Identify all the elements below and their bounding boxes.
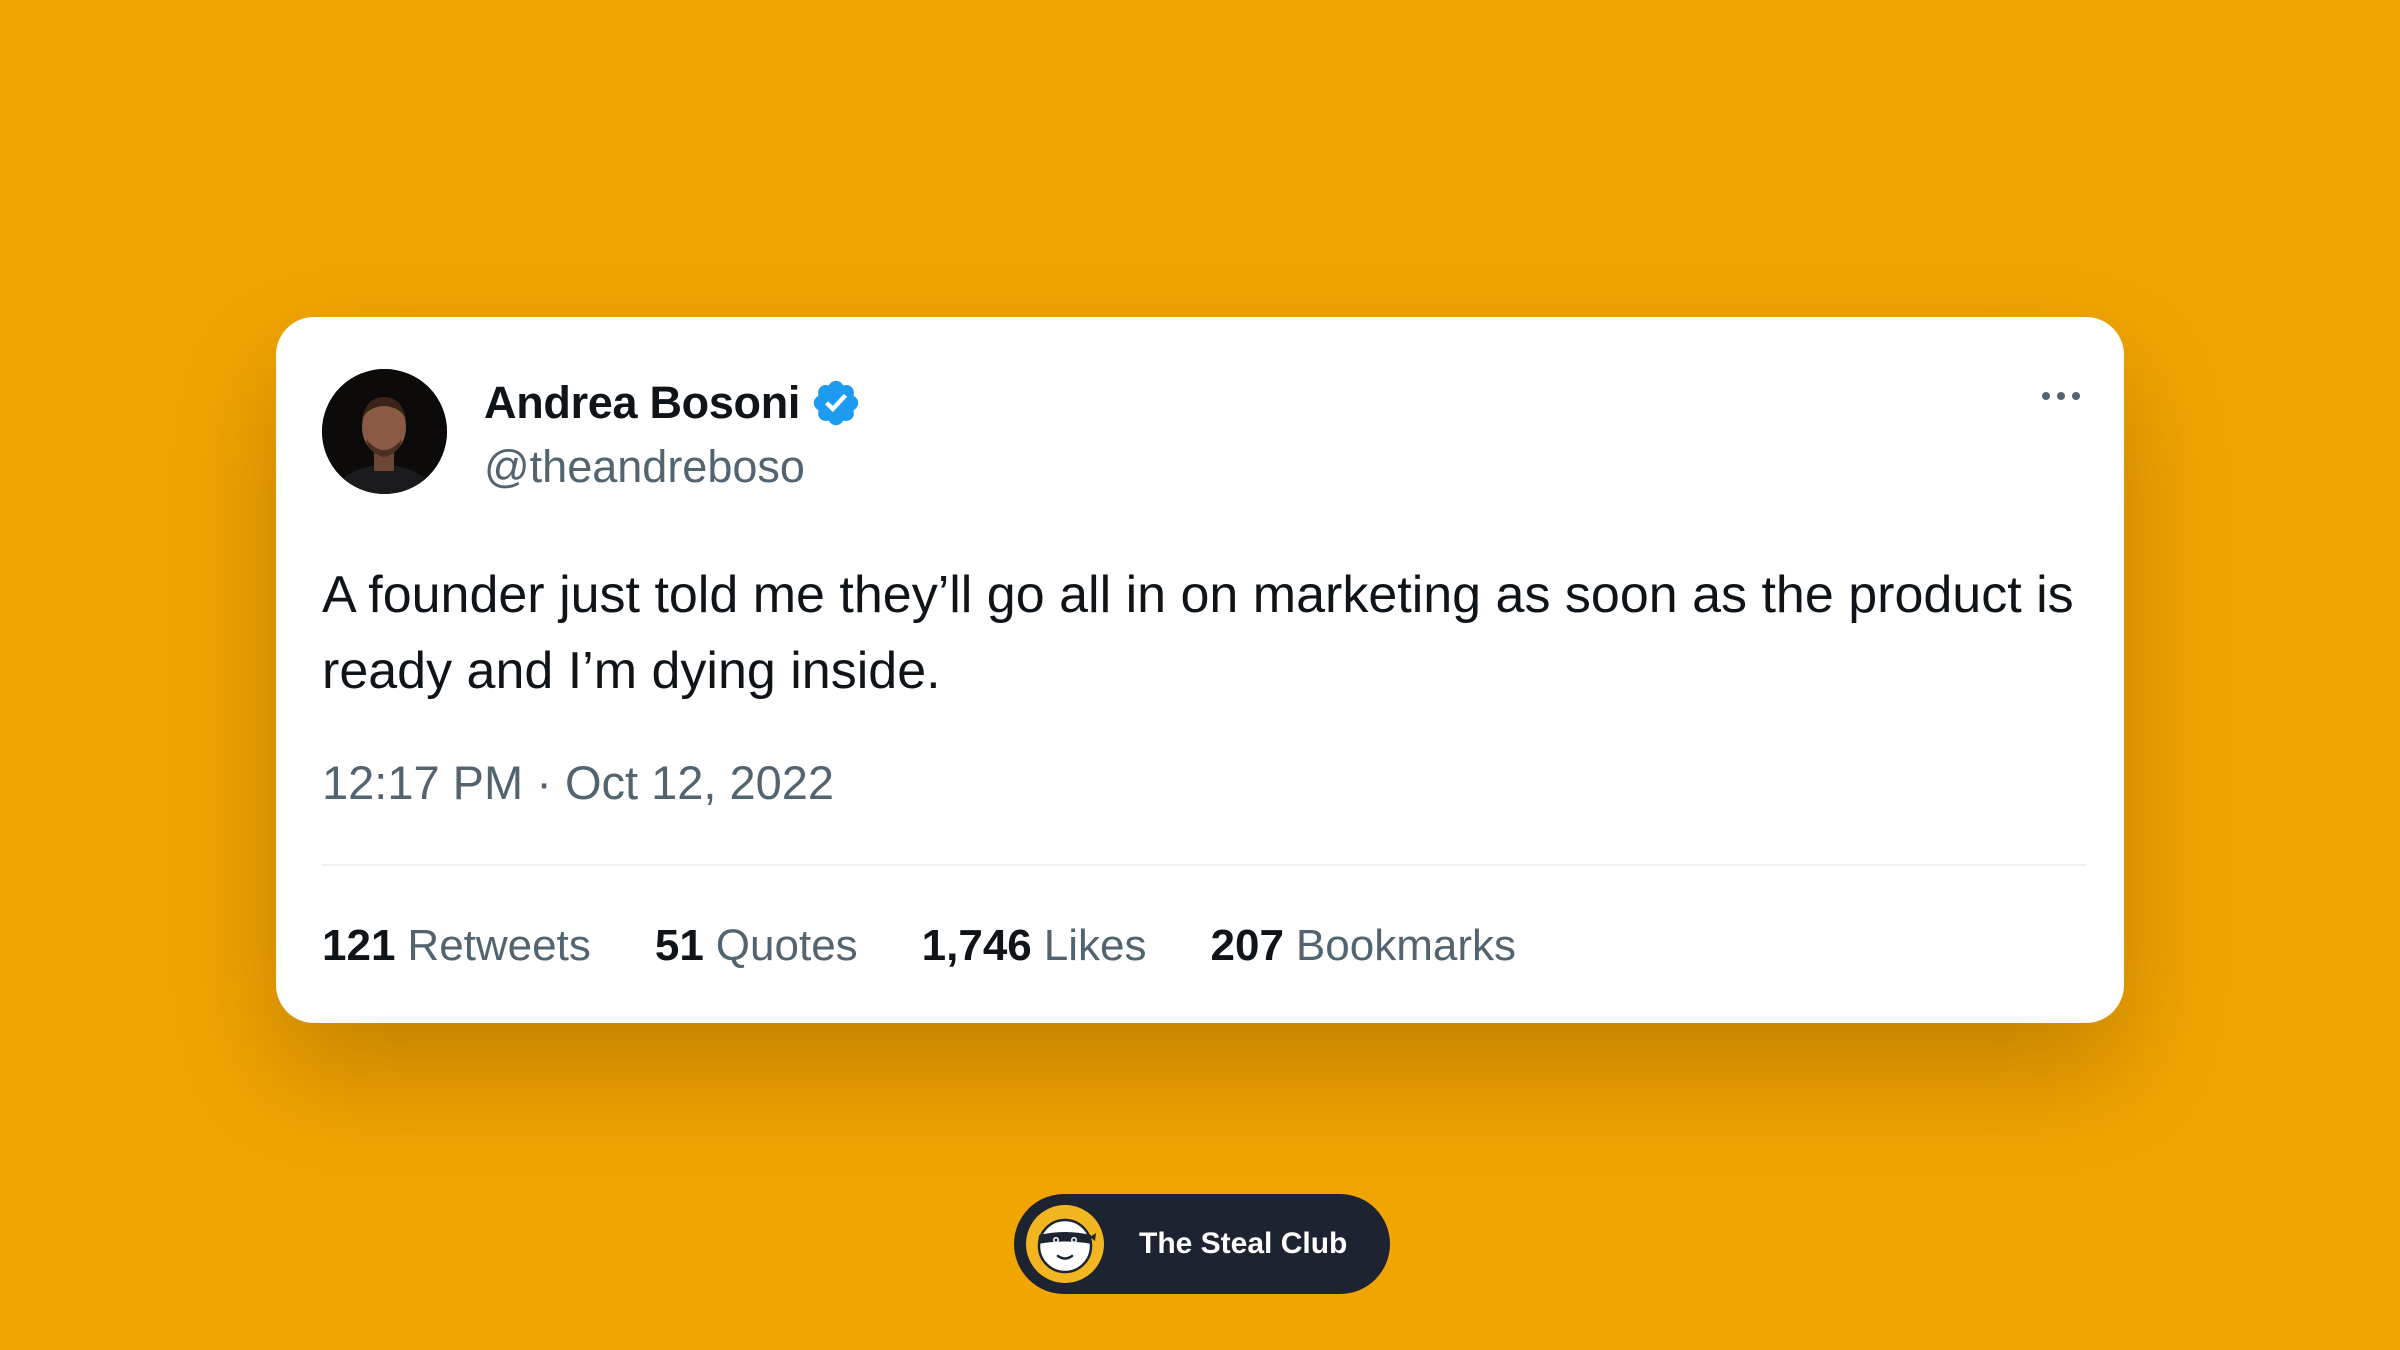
likes-stat[interactable]: 1,746 Likes [922, 921, 1147, 971]
retweets-stat[interactable]: 121 Retweets [322, 921, 591, 971]
more-dot [2042, 392, 2050, 400]
bookmarks-label: Bookmarks [1295, 921, 1516, 970]
brand-badge[interactable]: The Steal Club [1014, 1194, 1390, 1294]
more-dot [2072, 392, 2080, 400]
retweets-label: Retweets [407, 921, 591, 970]
bandit-mask-icon [1037, 1218, 1096, 1274]
likes-count: 1,746 [921, 921, 1032, 970]
bookmarks-stat[interactable]: 207 Bookmarks [1211, 921, 1517, 971]
tweet-card: Andrea Bosoni @theandreboso A founder ju… [276, 317, 2124, 1023]
brand-name: The Steal Club [1139, 1227, 1348, 1260]
brand-logo [1026, 1205, 1104, 1283]
verified-badge-icon [813, 380, 859, 426]
more-dot [2057, 392, 2065, 400]
author-avatar[interactable] [322, 369, 447, 494]
retweets-count: 121 [322, 921, 396, 970]
tweet-text: A founder just told me they’ll go all in… [322, 566, 2074, 700]
author-name[interactable]: Andrea Bosoni [484, 377, 800, 429]
tweet-timestamp[interactable]: 12:17 PM · Oct 12, 2022 [322, 755, 834, 810]
author-handle[interactable]: @theandreboso [484, 441, 805, 493]
more-options-icon[interactable] [2042, 392, 2080, 400]
likes-label: Likes [1043, 921, 1147, 970]
engagement-stats: 121 Retweets 51 Quotes 1,746 Likes 207 B… [322, 921, 1516, 971]
quotes-count: 51 [654, 921, 704, 970]
quotes-stat[interactable]: 51 Quotes [655, 921, 858, 971]
divider [322, 864, 2086, 866]
bookmarks-count: 207 [1210, 921, 1284, 970]
quotes-label: Quotes [715, 921, 858, 970]
avatar-portrait [322, 369, 447, 494]
